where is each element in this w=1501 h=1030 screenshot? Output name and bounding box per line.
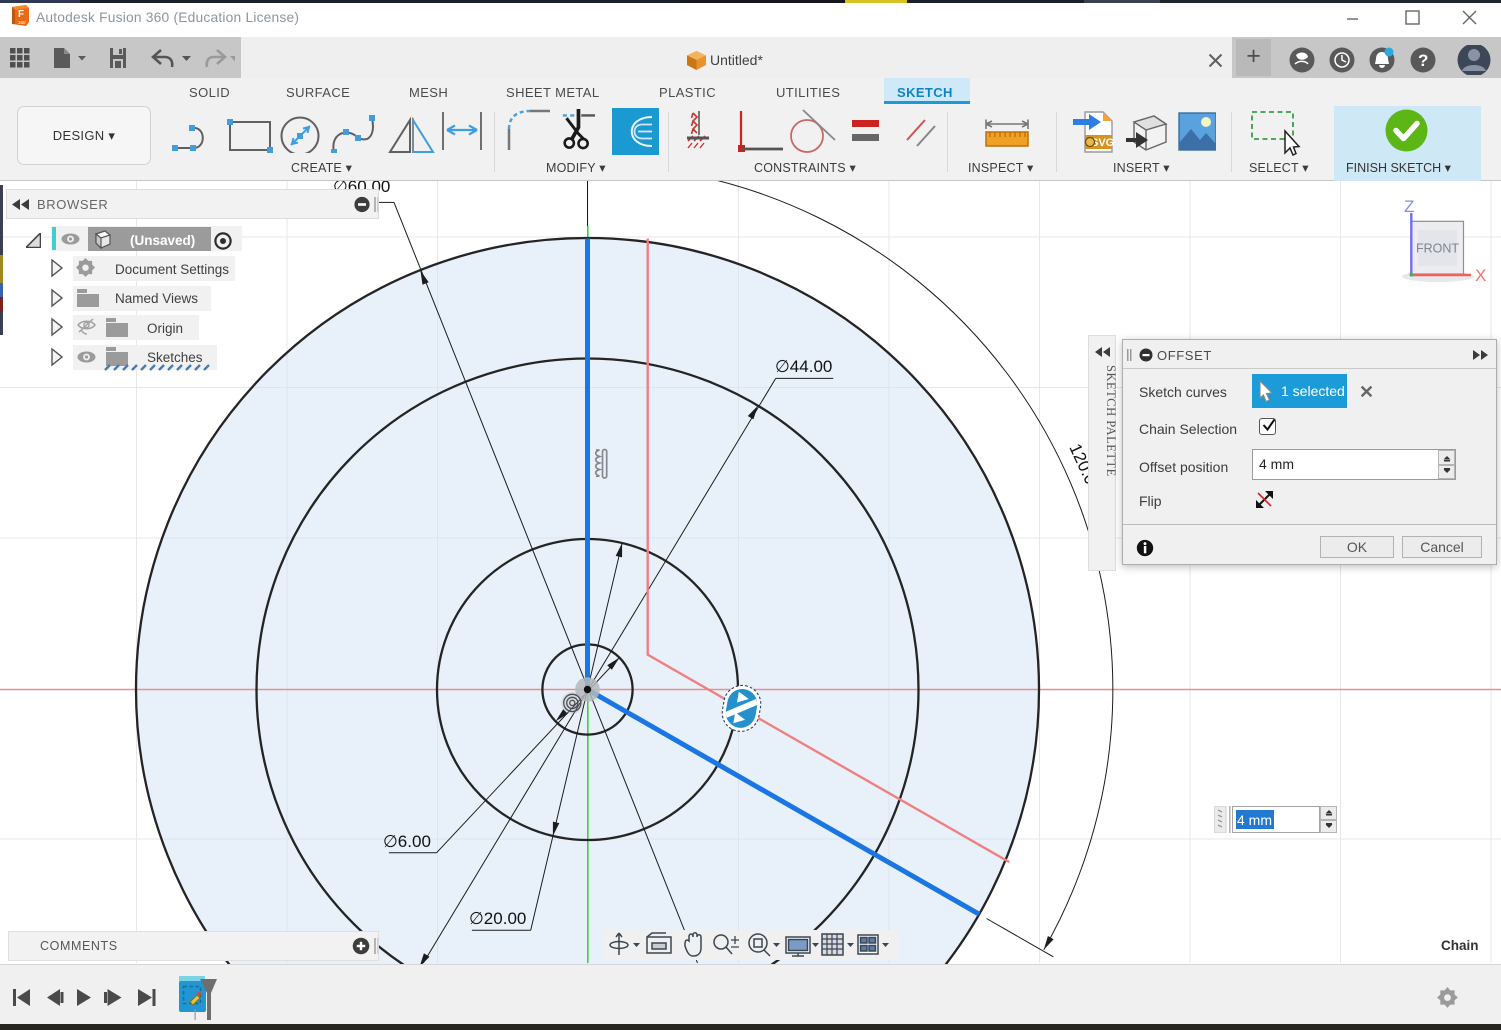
svg-text:FRONT: FRONT (1416, 242, 1459, 256)
svg-text:∅20.00: ∅20.00 (469, 909, 526, 928)
svg-text:∅44.00: ∅44.00 (775, 357, 832, 376)
svg-text:360: 360 (18, 20, 26, 25)
svg-text:X: X (1475, 266, 1486, 285)
svg-text:?: ? (1418, 51, 1428, 70)
svg-text:Z: Z (1404, 197, 1414, 216)
svg-text:∅6.00: ∅6.00 (383, 832, 431, 851)
svg-text:F: F (18, 9, 24, 20)
svg-text:SKETCH PALETTE: SKETCH PALETTE (1104, 365, 1117, 477)
